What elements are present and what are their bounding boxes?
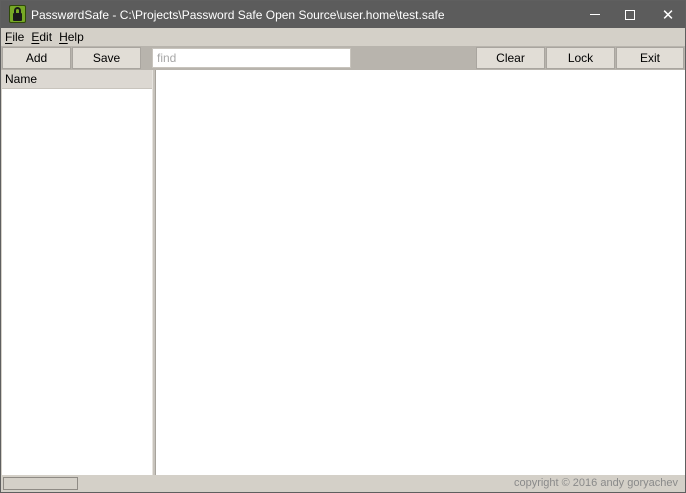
- menu-help[interactable]: Help: [56, 30, 87, 44]
- copyright-text: copyright © 2016 andy goryachev: [513, 477, 678, 489]
- clear-button[interactable]: Clear: [476, 47, 545, 69]
- entry-list[interactable]: Name: [2, 70, 152, 475]
- menu-edit[interactable]: Edit: [28, 30, 55, 44]
- progress-bar: [3, 477, 78, 490]
- name-column-header[interactable]: Name: [2, 70, 152, 89]
- maximize-icon: [625, 9, 635, 20]
- close-button[interactable]: ✕: [649, 1, 685, 28]
- menu-file-mnemonic: F: [5, 30, 13, 44]
- maximize-button[interactable]: [611, 1, 649, 28]
- toolbar: Add Save Clear Lock Exit: [1, 46, 685, 70]
- add-button[interactable]: Add: [2, 47, 71, 69]
- lock-button[interactable]: Lock: [546, 47, 615, 69]
- window-title: PasswørdSafe - C:\Projects\Password Safe…: [31, 8, 445, 22]
- app-window: PasswørdSafe - C:\Projects\Password Safe…: [0, 0, 686, 493]
- menu-bar: File Edit Help: [1, 28, 685, 46]
- menu-file-label: ile: [12, 30, 25, 44]
- save-button[interactable]: Save: [72, 47, 141, 69]
- exit-button[interactable]: Exit: [616, 47, 684, 69]
- detail-pane[interactable]: [156, 70, 685, 475]
- close-icon: ✕: [661, 6, 675, 24]
- menu-edit-label: dit: [39, 30, 53, 44]
- menu-help-label: elp: [67, 30, 84, 44]
- find-input[interactable]: [152, 48, 351, 68]
- menu-help-mnemonic: H: [59, 30, 68, 44]
- title-bar[interactable]: PasswørdSafe - C:\Projects\Password Safe…: [1, 1, 685, 28]
- minimize-button[interactable]: [576, 1, 614, 28]
- menu-file[interactable]: File: [2, 30, 27, 44]
- minimize-icon: [590, 14, 600, 15]
- menu-edit-mnemonic: E: [31, 30, 40, 44]
- padlock-icon[interactable]: [9, 5, 26, 23]
- status-bar: copyright © 2016 andy goryachev: [1, 475, 685, 492]
